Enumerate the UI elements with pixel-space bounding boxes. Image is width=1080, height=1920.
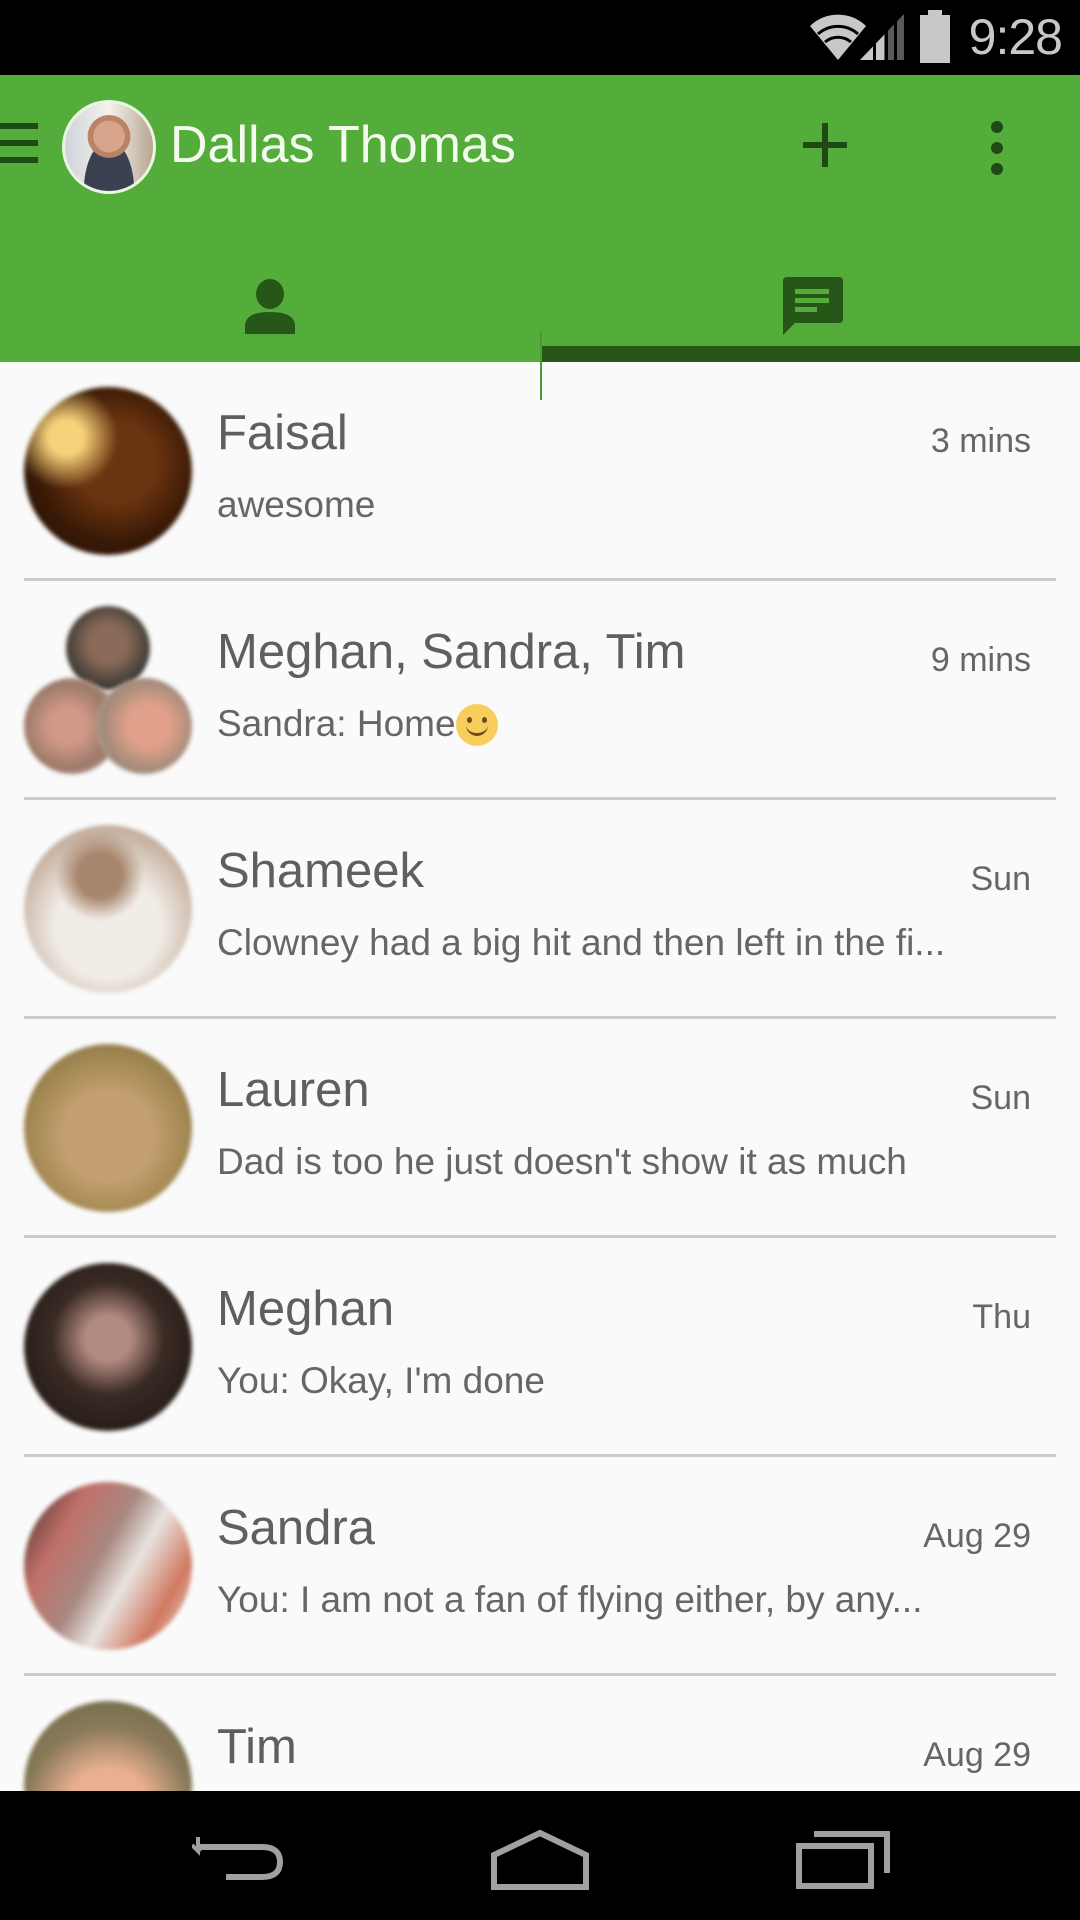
- contact-name: Faisal: [217, 406, 348, 460]
- contact-name: Lauren: [217, 1063, 370, 1117]
- contact-avatar: [24, 1044, 192, 1212]
- conversation-list[interactable]: Faisal 3 mins awesome Meghan, Sandra, Ti…: [0, 362, 1080, 1791]
- app-bar: Dallas Thomas: [0, 75, 1080, 400]
- user-avatar[interactable]: [62, 100, 156, 194]
- contact-avatar: [24, 1701, 192, 1791]
- wifi-icon: [810, 14, 866, 61]
- clock: 9:28: [968, 9, 1063, 65]
- page-title: Dallas Thomas: [170, 116, 516, 174]
- timestamp: 9 mins: [930, 641, 1031, 679]
- cellular-signal-icon: [860, 14, 904, 60]
- conversation-row[interactable]: Shameek Sun Clowney had a big hit and th…: [0, 800, 1080, 1019]
- contact-avatar: [24, 1482, 192, 1650]
- status-bar: 9:28: [0, 0, 1080, 75]
- timestamp: 3 mins: [930, 422, 1031, 460]
- recent-apps-icon[interactable]: [796, 1831, 890, 1889]
- contact-avatar: [24, 387, 192, 555]
- group-avatar: [24, 606, 192, 774]
- more-vert-icon[interactable]: [982, 121, 1012, 175]
- contact-avatar: [24, 1263, 192, 1431]
- timestamp: Aug 29: [923, 1517, 1031, 1555]
- message-preview: Sandra: Home: [217, 703, 498, 746]
- tab-contacts[interactable]: [0, 250, 540, 362]
- message-preview: Clowney had a big hit and then left in t…: [217, 922, 946, 963]
- smiley-emoji-icon: [455, 704, 498, 746]
- message-text: Sandra: Home: [217, 703, 456, 744]
- message-preview: You: Okay, I'm done: [217, 1360, 545, 1401]
- contact-name: Shameek: [217, 844, 425, 898]
- conversation-row[interactable]: Meghan, Sandra, Tim 9 mins Sandra: Home: [0, 581, 1080, 800]
- timestamp: Sun: [970, 1079, 1032, 1117]
- timestamp: Sun: [970, 860, 1032, 898]
- contact-name: Sandra: [217, 1501, 376, 1555]
- contact-name: Meghan: [217, 1282, 395, 1336]
- selected-tab-indicator: [542, 346, 1080, 362]
- message-preview: Dad is too he just doesn't show it as mu…: [217, 1141, 907, 1182]
- message-preview: awesome: [217, 484, 376, 525]
- contact-avatar: [24, 825, 192, 993]
- message-preview: You: I am not a fan of flying either, by…: [217, 1579, 923, 1620]
- timestamp: Aug 29: [923, 1736, 1031, 1774]
- conversation-row[interactable]: Lauren Sun Dad is too he just doesn't sh…: [0, 1019, 1080, 1238]
- person-icon: [245, 279, 295, 334]
- contact-name: Tim: [217, 1720, 297, 1774]
- conversation-row[interactable]: Faisal 3 mins awesome: [0, 362, 1080, 581]
- system-nav-bar: [0, 1791, 1080, 1920]
- hamburger-menu-icon[interactable]: [0, 123, 38, 163]
- back-icon[interactable]: [192, 1831, 288, 1887]
- timestamp: Thu: [972, 1298, 1031, 1336]
- conversation-row[interactable]: Sandra Aug 29 You: I am not a fan of fly…: [0, 1457, 1080, 1676]
- contact-name: Meghan, Sandra, Tim: [217, 625, 686, 679]
- chat-icon: [783, 277, 843, 335]
- conversation-row[interactable]: Meghan Thu You: Okay, I'm done: [0, 1238, 1080, 1457]
- conversation-row[interactable]: Tim Aug 29: [0, 1676, 1080, 1791]
- battery-icon: [920, 10, 950, 63]
- plus-icon[interactable]: [800, 121, 850, 171]
- home-icon[interactable]: [490, 1829, 590, 1891]
